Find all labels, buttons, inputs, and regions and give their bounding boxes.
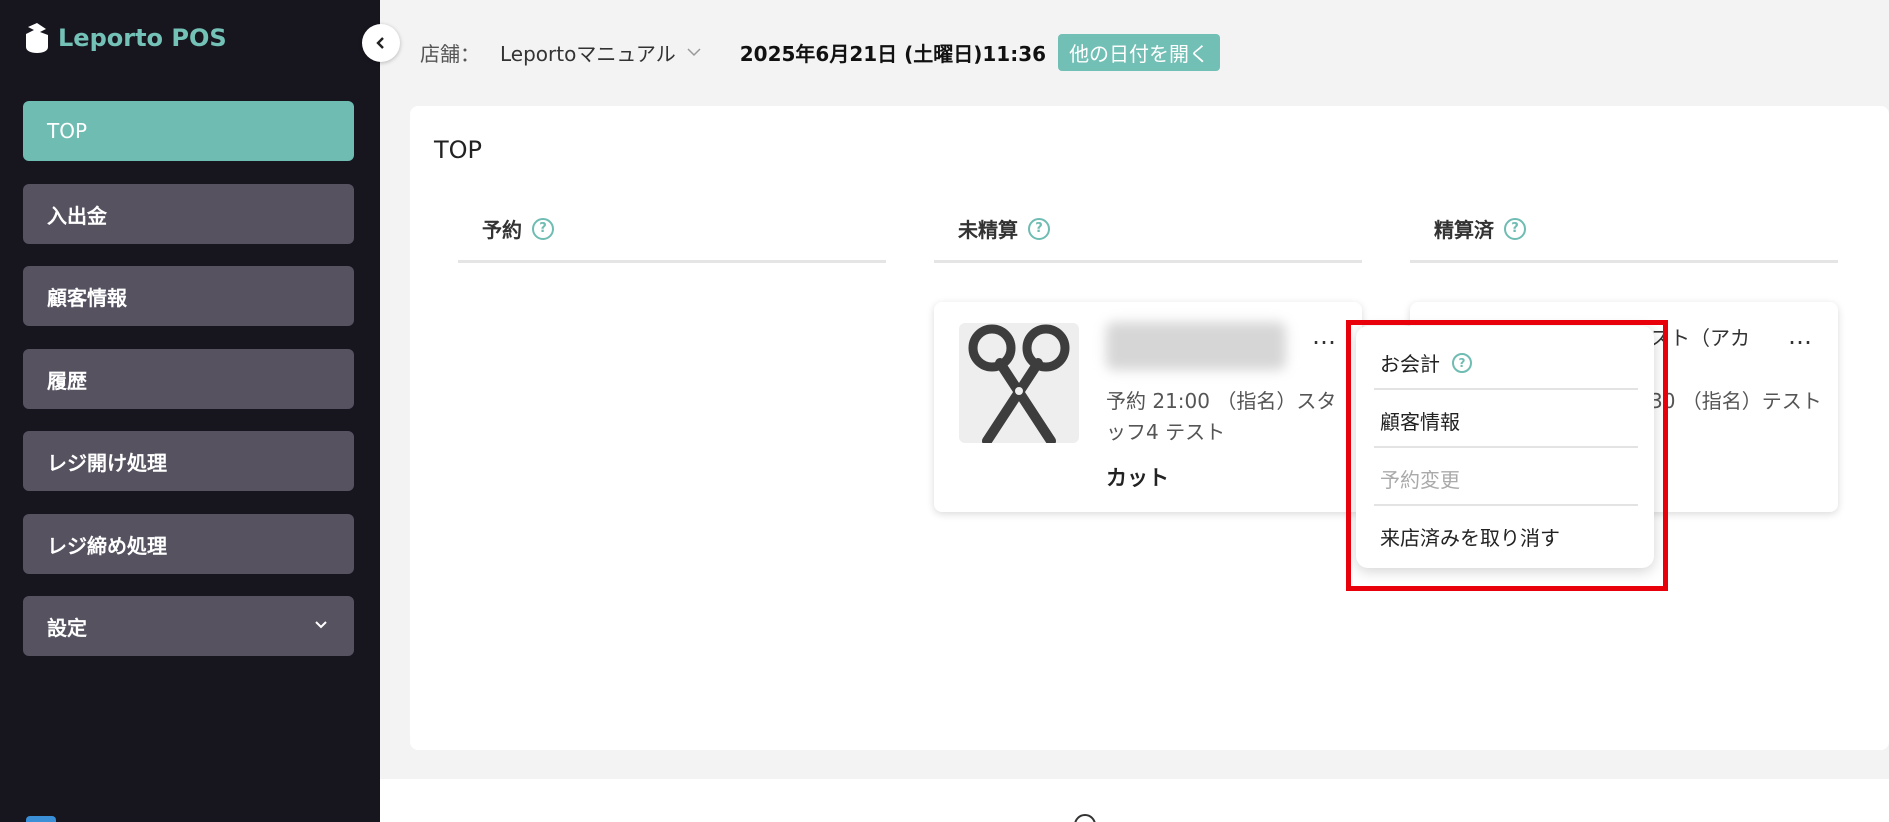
menu-thumbnail	[959, 323, 1079, 443]
column-divider	[934, 260, 1362, 263]
sidebar: Leporto POS TOP 入出金 顧客情報 履歴 レジ開け処理 レジ締め処…	[0, 0, 380, 822]
bottom-icon[interactable]	[26, 816, 56, 822]
chevron-down-icon[interactable]	[686, 44, 702, 60]
sidebar-item-register-close[interactable]: レジ締め処理	[23, 514, 354, 574]
sidebar-item-customer-info[interactable]: 顧客情報	[23, 266, 354, 326]
more-options-button[interactable]: …	[1788, 322, 1813, 350]
sidebar-item-label: 顧客情報	[47, 285, 127, 310]
sidebar-item-history[interactable]: 履歴	[23, 349, 354, 409]
logo-icon	[26, 23, 48, 53]
column-label: 未精算	[958, 218, 1018, 242]
footer-area	[380, 779, 1889, 822]
column-label: 予約	[482, 218, 522, 242]
help-icon[interactable]: ?	[532, 217, 554, 240]
sidebar-item-label: 入出金	[47, 203, 107, 228]
unsettled-reservation-card[interactable]: … 予約 21:00 （指名）スタッフ4 テスト カット	[934, 302, 1362, 512]
customer-name-blurred	[1106, 322, 1286, 370]
sidebar-item-label: レジ締め処理	[47, 533, 167, 558]
store-label: 店舗：	[420, 41, 480, 66]
more-options-button[interactable]: …	[1312, 322, 1337, 350]
reservation-info: 予約 21:00 （指名）スタッフ4 テスト	[1106, 389, 1337, 444]
sidebar-item-top[interactable]: TOP	[23, 101, 354, 161]
page-title: TOP	[434, 136, 483, 164]
help-icon[interactable]: ?	[1504, 217, 1526, 240]
column-divider	[1410, 260, 1838, 263]
app-name: Leporto POS	[58, 24, 227, 52]
column-header-reservation: 予約 ?	[482, 214, 554, 243]
app-logo[interactable]: Leporto POS	[24, 22, 227, 54]
column-label: 精算済	[1434, 218, 1494, 242]
sidebar-item-label: レジ開け処理	[47, 450, 167, 475]
highlight-annotation-box	[1346, 320, 1668, 591]
sidebar-item-cash-in-out[interactable]: 入出金	[23, 184, 354, 244]
reservation-info: 30 （指名）テスト	[1650, 389, 1822, 413]
scissors-icon	[968, 324, 1070, 443]
column-header-unsettled: 未精算 ?	[958, 214, 1050, 243]
sidebar-item-settings[interactable]: 設定	[23, 596, 354, 656]
sidebar-item-label: 設定	[47, 615, 87, 640]
header-bar: 店舗： Leportoマニュアル 2025年6月21日 (土曜日)11:36 他…	[420, 33, 1221, 71]
sidebar-item-label: TOP	[47, 119, 88, 143]
column-divider	[458, 260, 886, 263]
sidebar-item-register-open[interactable]: レジ開け処理	[23, 431, 354, 491]
store-select[interactable]: Leportoマニュアル	[500, 38, 676, 67]
current-datetime: 2025年6月21日 (土曜日)11:36	[739, 41, 1047, 66]
menu-name: カット	[1106, 466, 1169, 490]
collapse-sidebar-button[interactable]	[362, 24, 400, 62]
open-other-date-button[interactable]: 他の日付を開く	[1058, 33, 1221, 71]
chevron-down-icon	[315, 621, 327, 629]
column-header-settled: 精算済 ?	[1434, 214, 1526, 243]
chevron-left-icon	[376, 37, 384, 49]
sidebar-item-label: 履歴	[47, 368, 87, 393]
help-icon[interactable]: ?	[1028, 217, 1050, 240]
